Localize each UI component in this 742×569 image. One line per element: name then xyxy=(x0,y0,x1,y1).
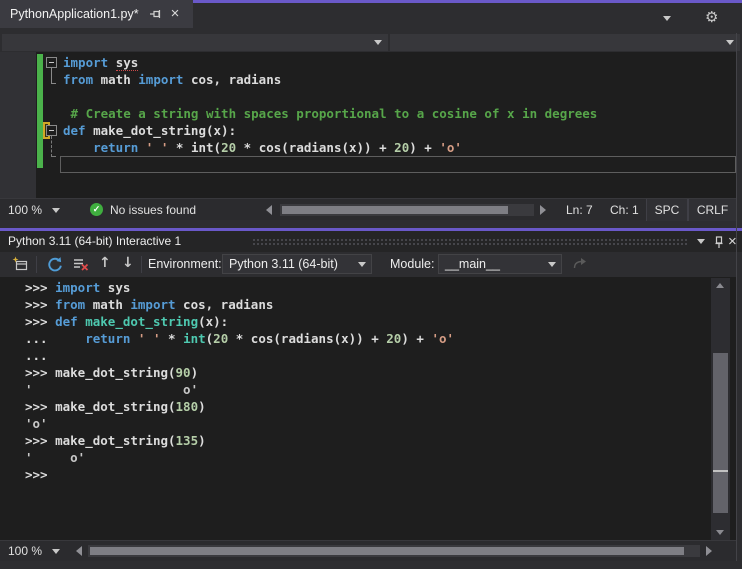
editor-status-bar: 100 % ✓ No issues found Ln: 7 Ch: 1 SPC … xyxy=(0,198,737,221)
code-line[interactable]: from math import cos, radians xyxy=(0,71,736,88)
chevron-down-icon xyxy=(726,40,734,45)
chevron-down-icon xyxy=(548,262,556,267)
window-edge-line xyxy=(736,33,737,561)
horizontal-scrollbar[interactable] xyxy=(280,204,534,216)
interactive-repl[interactable]: >>> import sys >>> from math import cos,… xyxy=(0,277,736,540)
line-number-indicator[interactable]: Ln: 7 xyxy=(566,203,593,217)
new-interactive-window-icon[interactable] xyxy=(12,256,30,274)
accent-line-top-right xyxy=(585,0,742,3)
scroll-up-arrow[interactable] xyxy=(716,283,724,288)
pin-icon[interactable] xyxy=(149,7,163,21)
repl-output-line[interactable]: ' o' xyxy=(0,381,710,398)
environment-value: Python 3.11 (64-bit) xyxy=(229,257,338,271)
module-label: Module: xyxy=(390,257,435,271)
code-line[interactable]: def make_dot_string(x): xyxy=(0,122,736,139)
scrollbar-thumb[interactable] xyxy=(713,353,728,513)
repl-line[interactable]: >>> make_dot_string(135) xyxy=(0,432,710,449)
toolbar-separator xyxy=(36,256,37,273)
scrollbar-thumb[interactable] xyxy=(90,547,684,555)
window-menu-chevron-icon[interactable] xyxy=(697,239,705,244)
code-line[interactable]: import sys xyxy=(0,54,736,71)
scroll-down-arrow[interactable] xyxy=(716,530,724,535)
repl-output-line[interactable]: ' o' xyxy=(0,449,710,466)
chevron-down-icon[interactable] xyxy=(52,208,60,213)
scroll-left-arrow[interactable] xyxy=(266,205,272,215)
scroll-left-arrow[interactable] xyxy=(76,546,82,556)
zoom-level-dropdown[interactable]: 100 % xyxy=(8,203,42,217)
clear-screen-icon[interactable] xyxy=(72,256,90,274)
chevron-down-icon xyxy=(374,40,382,45)
interactive-status-bar: 100 % xyxy=(0,540,736,561)
vertical-scrollbar[interactable] xyxy=(711,278,730,540)
scrollbar-thumb[interactable] xyxy=(282,206,508,214)
environment-label: Environment: xyxy=(148,257,222,271)
code-line[interactable] xyxy=(0,156,736,173)
repl-line[interactable]: >>> make_dot_string(90) xyxy=(0,364,710,381)
chevron-down-icon xyxy=(358,262,366,267)
vs-window: PythonApplication1.py* × ⚙ import sys fr… xyxy=(0,0,742,569)
tab-pythonapplication1[interactable]: PythonApplication1.py* × xyxy=(0,0,193,28)
caret-position-marker xyxy=(713,470,728,472)
gear-icon[interactable]: ⚙ xyxy=(705,8,718,26)
check-circle-icon: ✓ xyxy=(90,203,103,216)
drag-grip-dots[interactable] xyxy=(252,238,688,247)
pin-icon[interactable] xyxy=(712,234,726,249)
close-icon[interactable]: × xyxy=(171,6,180,21)
types-dropdown[interactable] xyxy=(2,34,388,51)
repl-lines: >>> import sys >>> from math import cos,… xyxy=(0,279,710,483)
zoom-level-dropdown[interactable]: 100 % xyxy=(8,544,42,558)
code-line[interactable]: # Create a string with spaces proportion… xyxy=(0,105,736,122)
repl-line[interactable]: >>> import sys xyxy=(0,279,710,296)
issues-status-text[interactable]: No issues found xyxy=(110,203,196,217)
repl-line[interactable]: >>> make_dot_string(180) xyxy=(0,398,710,415)
toolbar-separator xyxy=(141,256,142,273)
interactive-window-title-bar[interactable]: Python 3.11 (64-bit) Interactive 1 × xyxy=(0,231,742,252)
members-dropdown[interactable] xyxy=(390,34,740,51)
repl-output-line[interactable]: 'o' xyxy=(0,415,710,432)
environment-dropdown[interactable]: Python 3.11 (64-bit) xyxy=(222,254,372,274)
scroll-right-arrow[interactable] xyxy=(540,205,546,215)
repl-line[interactable]: >>> from math import cos, radians xyxy=(0,296,710,313)
code-editor[interactable]: import sys from math import cos, radians… xyxy=(0,52,736,198)
scroll-right-arrow[interactable] xyxy=(706,546,712,556)
send-to-interactive-icon-disabled[interactable] xyxy=(572,256,590,274)
history-previous-icon[interactable]: ↑ xyxy=(99,255,117,273)
module-dropdown[interactable]: __main__ xyxy=(438,254,562,274)
history-next-icon[interactable]: ↓ xyxy=(122,255,140,273)
document-list-chevron-icon[interactable] xyxy=(663,16,671,21)
interactive-window-title: Python 3.11 (64-bit) Interactive 1 xyxy=(8,234,182,248)
horizontal-scrollbar[interactable] xyxy=(88,545,700,557)
code-line[interactable] xyxy=(0,88,736,105)
line-ending-indicator[interactable]: CRLF xyxy=(688,199,737,221)
repl-line[interactable]: ... xyxy=(0,347,710,364)
repl-prompt-line[interactable]: >>> xyxy=(0,466,710,483)
module-value: __main__ xyxy=(445,257,500,271)
spaces-indicator[interactable]: SPC xyxy=(646,199,688,221)
tab-title: PythonApplication1.py* xyxy=(10,7,139,21)
navigation-bar xyxy=(0,33,742,52)
code-lines: import sys from math import cos, radians… xyxy=(0,54,736,173)
reset-kernel-icon[interactable] xyxy=(46,256,64,274)
interactive-toolbar: ↑ ↓ Environment: Python 3.11 (64-bit) Mo… xyxy=(0,252,736,277)
repl-line[interactable]: ... return ' ' * int(20 * cos(radians(x)… xyxy=(0,330,710,347)
code-line[interactable]: return ' ' * int(20 * cos(radians(x)) + … xyxy=(0,139,736,156)
chevron-down-icon[interactable] xyxy=(52,549,60,554)
repl-line[interactable]: >>> def make_dot_string(x): xyxy=(0,313,710,330)
column-indicator[interactable]: Ch: 1 xyxy=(610,203,639,217)
